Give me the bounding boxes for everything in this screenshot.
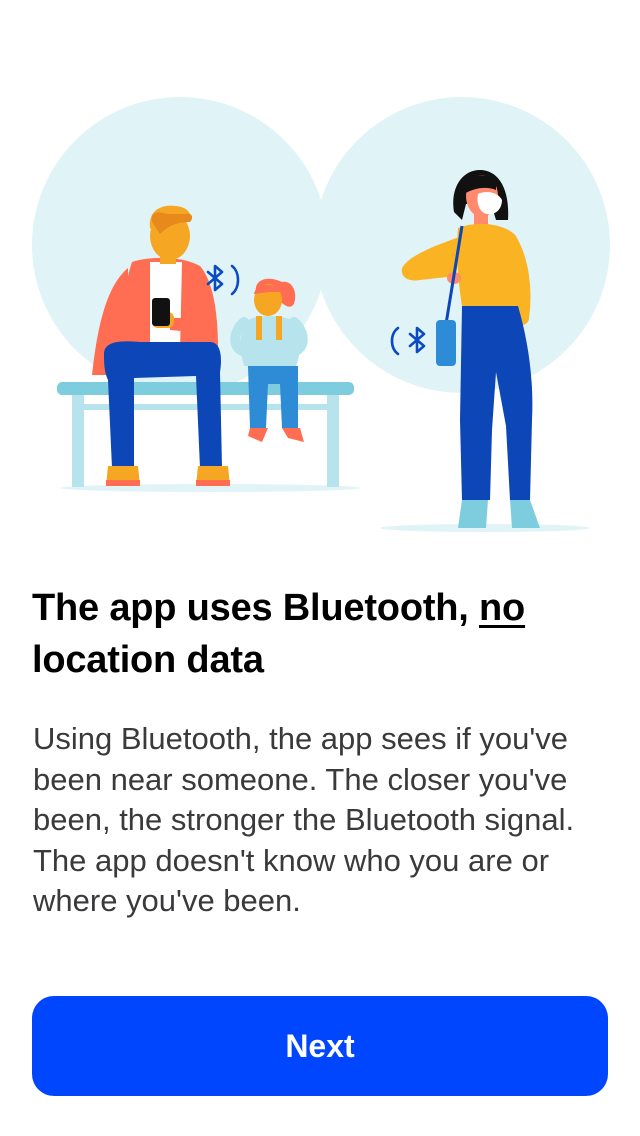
page-title: The app uses Bluetooth, no location data [32, 582, 612, 686]
title-emphasis: no [479, 587, 526, 629]
description-text: Using Bluetooth, the app sees if you've … [33, 721, 575, 918]
bluetooth-illustration [32, 97, 610, 532]
title-suffix: location data [32, 639, 264, 681]
title-prefix: The app uses Bluetooth, [32, 587, 480, 629]
next-button[interactable]: Next [32, 996, 608, 1096]
